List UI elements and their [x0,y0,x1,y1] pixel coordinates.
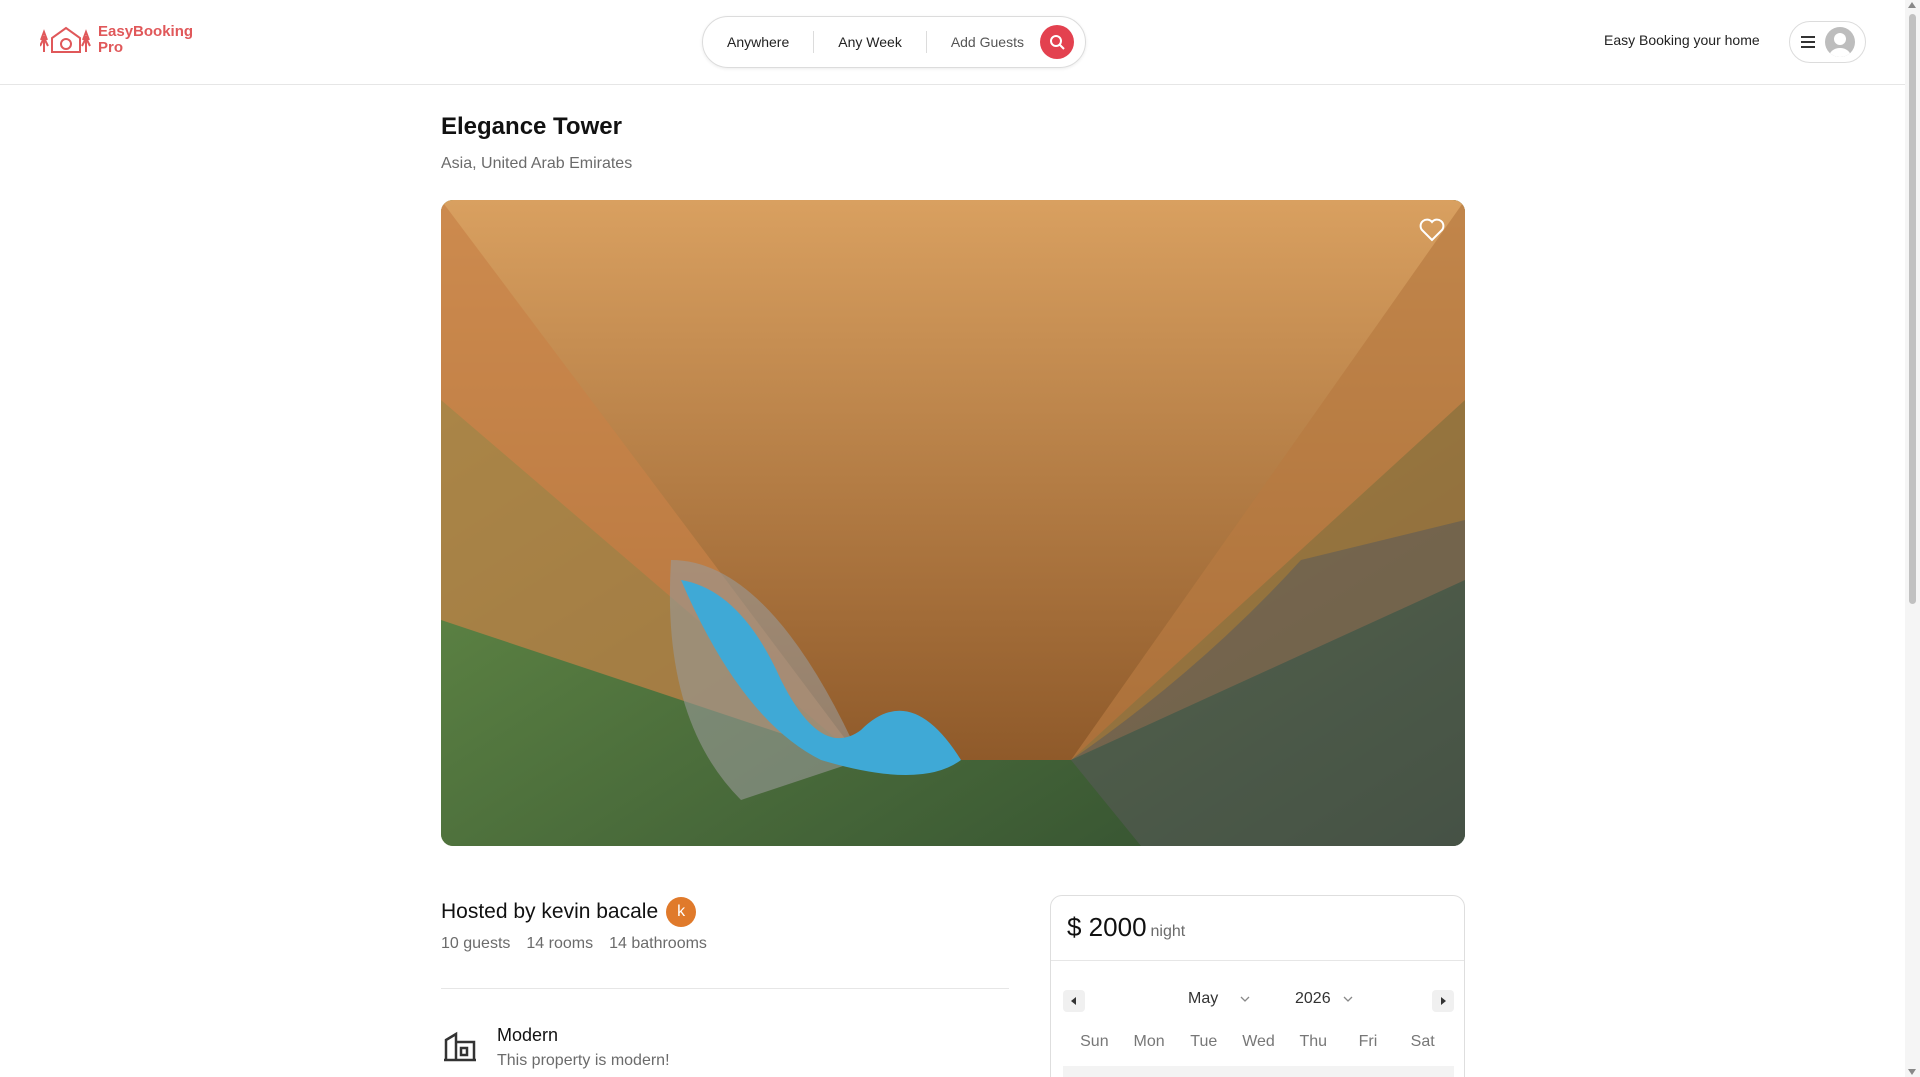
search-button[interactable] [1039,25,1074,59]
listing-photo-illustration [441,200,1465,846]
chevron-down-icon [1240,996,1250,1002]
user-menu-button[interactable] [1789,21,1866,63]
heart-icon[interactable] [1419,218,1445,242]
booking-card: $ 2000 night May 2026 Sun Mon Tue Wed Th… [1050,895,1465,1077]
year-select[interactable]: 2026 [1295,990,1353,1008]
house-trees-logo-icon [40,26,91,53]
bathrooms-count: 14 bathrooms [609,935,707,952]
easy-booking-link[interactable]: Easy Booking your home [1604,32,1760,48]
listing-photo [441,200,1465,846]
search-location[interactable]: Anywhere [703,31,815,53]
scroll-up-icon[interactable] [1908,2,1916,8]
listing-title: Elegance Tower [441,113,622,140]
scroll-down-icon[interactable] [1908,1069,1916,1075]
weekday-label: Thu [1299,1033,1328,1050]
guests-count: 10 guests [441,935,511,952]
host-info: Hosted by kevin bacale k [441,897,697,927]
price-row: $ 2000 night [1067,912,1185,943]
top-navbar: EasyBooking Pro Anywhere Any Week Add Gu… [0,0,1905,85]
host-avatar: k [666,897,697,927]
search-week[interactable]: Any Week [814,31,927,53]
search-icon [1049,35,1065,50]
weekday-header: Sun Mon Tue Wed Thu Fri Sat [1063,1033,1454,1051]
month-select[interactable]: May [1188,990,1250,1008]
logo-text: EasyBooking Pro [98,24,193,56]
search-bar[interactable]: Anywhere Any Week Add Guests [702,16,1086,68]
weekday-label: Tue [1190,1033,1218,1050]
building-icon [444,1031,476,1062]
listing-location: Asia, United Arab Emirates [441,155,633,172]
chevron-down-icon [1343,996,1353,1002]
logo[interactable]: EasyBooking Pro [40,22,193,58]
chevron-left-icon [1071,997,1076,1005]
month-value: May [1188,990,1219,1007]
feature-description: This property is modern! [497,1052,670,1069]
scrollbar-thumb[interactable] [1909,14,1916,604]
rooms-count: 14 rooms [526,935,594,952]
calendar-days-area [1063,1066,1454,1077]
year-value: 2026 [1295,990,1331,1007]
prev-month-button[interactable] [1063,990,1085,1012]
weekday-label: Sun [1080,1033,1109,1050]
chevron-right-icon [1441,997,1446,1005]
next-month-button[interactable] [1432,990,1454,1012]
card-divider [1051,960,1464,961]
section-divider [441,988,1009,989]
user-avatar-icon [1825,27,1855,57]
page-scrollbar[interactable] [1905,0,1920,1077]
weekday-label: Sat [1410,1033,1435,1050]
host-name: Hosted by kevin bacale [441,900,659,923]
hamburger-menu-icon [1801,36,1815,48]
weekday-label: Fri [1358,1033,1378,1050]
price-value: $ 2000 [1067,912,1147,942]
feature-title: Modern [497,1025,559,1045]
weekday-label: Wed [1242,1033,1275,1050]
weekday-label: Mon [1133,1033,1165,1050]
logo-line2: Pro [98,39,124,56]
logo-line1: EasyBooking [98,23,194,40]
listing-stats: 10 guests 14 rooms 14 bathrooms [441,935,707,953]
price-unit: night [1150,923,1186,940]
calendar-navigation: May 2026 [1063,986,1454,1016]
search-guests[interactable]: Add Guests [927,31,1036,53]
